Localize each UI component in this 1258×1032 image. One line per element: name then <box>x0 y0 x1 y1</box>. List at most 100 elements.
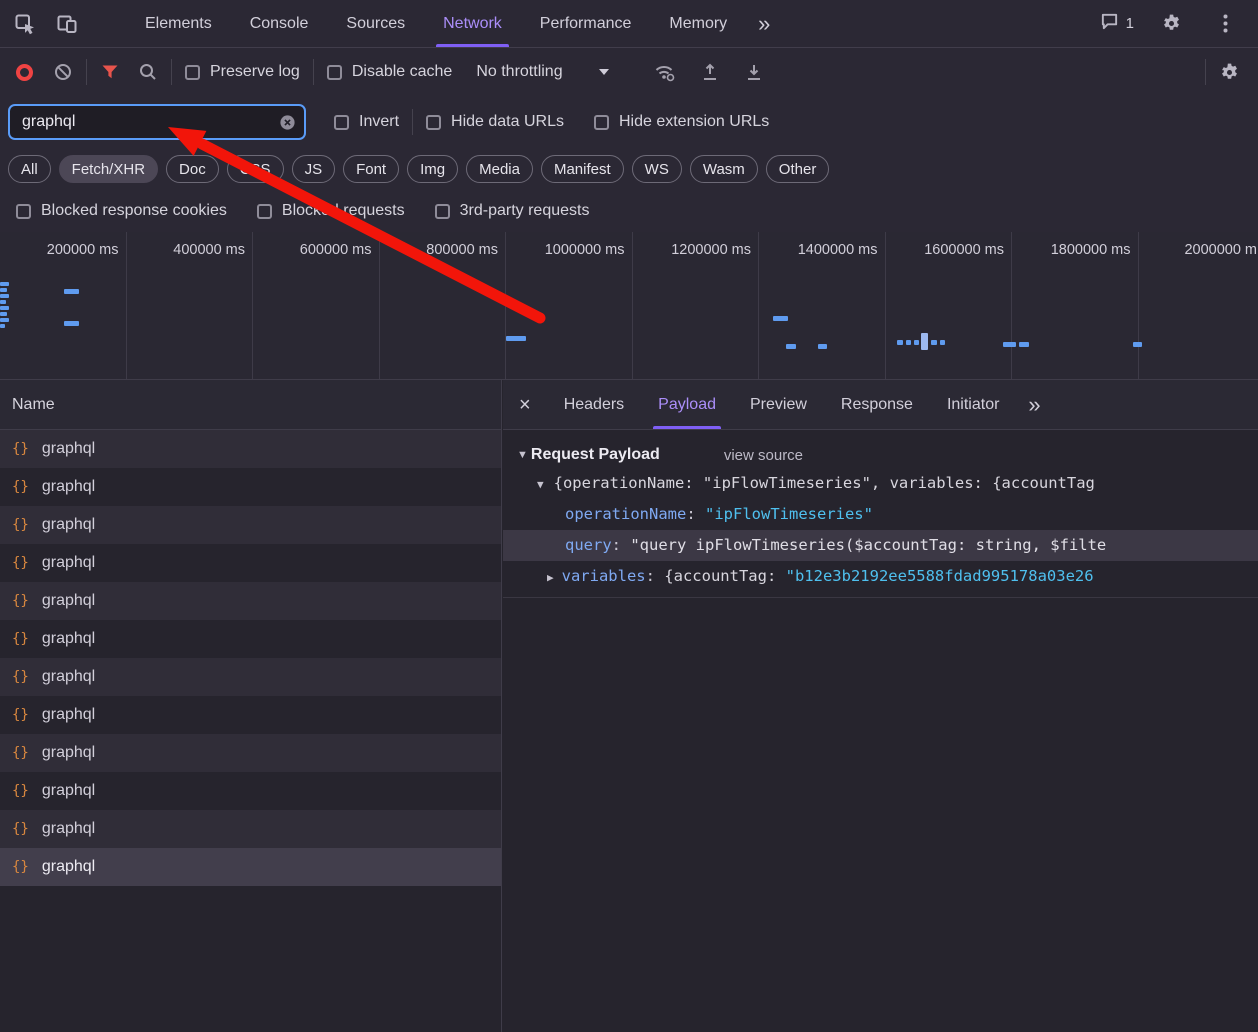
tab-console[interactable]: Console <box>231 0 328 47</box>
network-request-row[interactable]: {}graphql <box>0 506 501 544</box>
search-icon[interactable] <box>138 62 158 82</box>
clear-network-log-icon[interactable] <box>53 62 73 82</box>
filter-pill-fetchxhr[interactable]: Fetch/XHR <box>59 155 158 183</box>
advanced-filter-checkbox-1[interactable]: Blocked requests <box>257 202 405 220</box>
inspect-element-icon[interactable] <box>8 7 42 41</box>
network-filter-row: Invert Hide data URLs Hide extension URL… <box>0 96 1258 148</box>
detail-tab-response[interactable]: Response <box>824 380 930 429</box>
filter-pill-other[interactable]: Other <box>766 155 830 183</box>
checkbox-box[interactable] <box>16 204 31 219</box>
fetch-xhr-icon: {} <box>12 859 29 875</box>
tab-memory[interactable]: Memory <box>650 0 746 47</box>
network-request-row[interactable]: {}graphql <box>0 734 501 772</box>
network-request-row[interactable]: {}graphql <box>0 772 501 810</box>
checkbox-box[interactable] <box>327 65 342 80</box>
device-toolbar-icon[interactable] <box>50 7 84 41</box>
filter-funnel-icon[interactable] <box>100 62 120 82</box>
tab-elements[interactable]: Elements <box>126 0 231 47</box>
more-panels-icon[interactable]: » <box>746 13 782 35</box>
filter-pill-media[interactable]: Media <box>466 155 533 183</box>
kebab-menu-icon[interactable] <box>1208 7 1242 41</box>
detail-tab-preview[interactable]: Preview <box>733 380 824 429</box>
disable-cache-checkbox[interactable]: Disable cache <box>327 63 453 81</box>
waterfall-bar <box>786 344 796 349</box>
filter-pill-all[interactable]: All <box>8 155 51 183</box>
checkbox-box[interactable] <box>257 204 272 219</box>
console-drawer-button[interactable]: 1 <box>1100 12 1134 35</box>
fetch-xhr-icon: {} <box>12 669 29 685</box>
network-request-row[interactable]: {}graphql <box>0 544 501 582</box>
network-conditions-icon[interactable] <box>653 61 676 83</box>
request-name: graphql <box>42 706 95 724</box>
network-request-row[interactable]: {}graphql <box>0 810 501 848</box>
divider <box>313 59 314 85</box>
tab-network[interactable]: Network <box>424 0 521 47</box>
network-request-row[interactable]: {}graphql <box>0 582 501 620</box>
import-har-icon[interactable] <box>744 62 764 82</box>
preserve-log-label: Preserve log <box>210 63 300 81</box>
tab-sources[interactable]: Sources <box>327 0 424 47</box>
network-settings-gear-icon[interactable] <box>1219 62 1240 83</box>
network-filter-input[interactable] <box>20 112 279 132</box>
advanced-filter-checkbox-0[interactable]: Blocked response cookies <box>16 202 227 220</box>
settings-gear-icon[interactable] <box>1154 7 1188 41</box>
fetch-xhr-icon: {} <box>12 745 29 761</box>
detail-tab-initiator[interactable]: Initiator <box>930 380 1016 429</box>
filter-pill-img[interactable]: Img <box>407 155 458 183</box>
network-request-row[interactable]: {} graphql <box>0 620 501 658</box>
filter-pill-manifest[interactable]: Manifest <box>541 155 624 183</box>
payload-value-prefix: {accountTag: <box>664 567 785 585</box>
throttling-select[interactable]: No throttling <box>476 63 608 81</box>
checkbox-box[interactable] <box>426 115 441 130</box>
network-request-row[interactable]: {}graphql <box>0 430 501 468</box>
checkbox-box[interactable] <box>334 115 349 130</box>
advanced-filter-checkbox-2[interactable]: 3rd-party requests <box>435 202 590 220</box>
filter-pill-js[interactable]: JS <box>292 155 336 183</box>
collapse-arrow-icon[interactable]: ▼ <box>537 478 544 491</box>
waterfall-bar <box>940 340 945 345</box>
fetch-xhr-icon: {} <box>12 631 29 647</box>
network-request-row[interactable]: {}graphql <box>0 468 501 506</box>
tab-performance[interactable]: Performance <box>521 0 651 47</box>
detail-tab-headers[interactable]: Headers <box>547 380 641 429</box>
payload-key: operationName <box>565 505 686 523</box>
detail-tab-payload[interactable]: Payload <box>641 380 733 429</box>
name-header-label: Name <box>12 396 55 414</box>
preserve-log-checkbox[interactable]: Preserve log <box>185 63 300 81</box>
checkbox-box[interactable] <box>594 115 609 130</box>
network-request-row[interactable]: {}graphql <box>0 848 501 886</box>
payload-root-row[interactable]: ▼{operationName: "ipFlowTimeseries", var… <box>503 468 1258 499</box>
export-har-icon[interactable] <box>700 62 720 82</box>
view-source-link[interactable]: view source <box>724 447 803 464</box>
filter-pill-font[interactable]: Font <box>343 155 399 183</box>
hide-extension-urls-checkbox[interactable]: Hide extension URLs <box>594 113 769 131</box>
payload-colon: : <box>686 505 705 523</box>
hide-data-urls-checkbox[interactable]: Hide data URLs <box>426 113 564 131</box>
collapse-section-icon[interactable]: ▼ <box>517 449 528 461</box>
close-details-icon[interactable]: × <box>503 395 547 415</box>
request-name: graphql <box>42 630 95 648</box>
network-request-row[interactable]: {}graphql <box>0 696 501 734</box>
checkbox-box[interactable] <box>435 204 450 219</box>
filter-pill-wasm[interactable]: Wasm <box>690 155 758 183</box>
waterfall-bar <box>1019 342 1029 347</box>
record-network-log-button[interactable] <box>16 64 33 81</box>
invert-filter-checkbox[interactable]: Invert <box>334 113 399 131</box>
payload-entry-operationName[interactable]: operationName: "ipFlowTimeseries" <box>503 499 1258 530</box>
clear-filter-icon[interactable] <box>279 114 296 131</box>
filter-pill-ws[interactable]: WS <box>632 155 682 183</box>
devtools-tab-bar: ElementsConsoleSourcesNetworkPerformance… <box>0 0 1258 48</box>
filter-pill-doc[interactable]: Doc <box>166 155 219 183</box>
network-filter-input-box <box>8 104 306 140</box>
checkbox-box[interactable] <box>185 65 200 80</box>
payload-entry-variables[interactable]: ▶variables: {accountTag: "b12e3b2192ee55… <box>503 561 1258 592</box>
network-request-row[interactable]: {}graphql <box>0 658 501 696</box>
filter-pill-css[interactable]: CSS <box>227 155 284 183</box>
name-column-header[interactable]: Name <box>0 380 501 430</box>
more-detail-tabs-icon[interactable]: » <box>1016 394 1052 416</box>
payload-value: "query ipFlowTimeseries($accountTag: str… <box>630 536 1106 554</box>
expand-arrow-icon[interactable]: ▶ <box>547 571 554 584</box>
payload-entry-query[interactable]: query: "query ipFlowTimeseries($accountT… <box>503 530 1258 561</box>
network-overview-timeline[interactable]: 200000 ms400000 ms600000 ms800000 ms1000… <box>0 232 1258 380</box>
advanced-filter-row: Blocked response cookies Blocked requests… <box>0 190 1258 232</box>
